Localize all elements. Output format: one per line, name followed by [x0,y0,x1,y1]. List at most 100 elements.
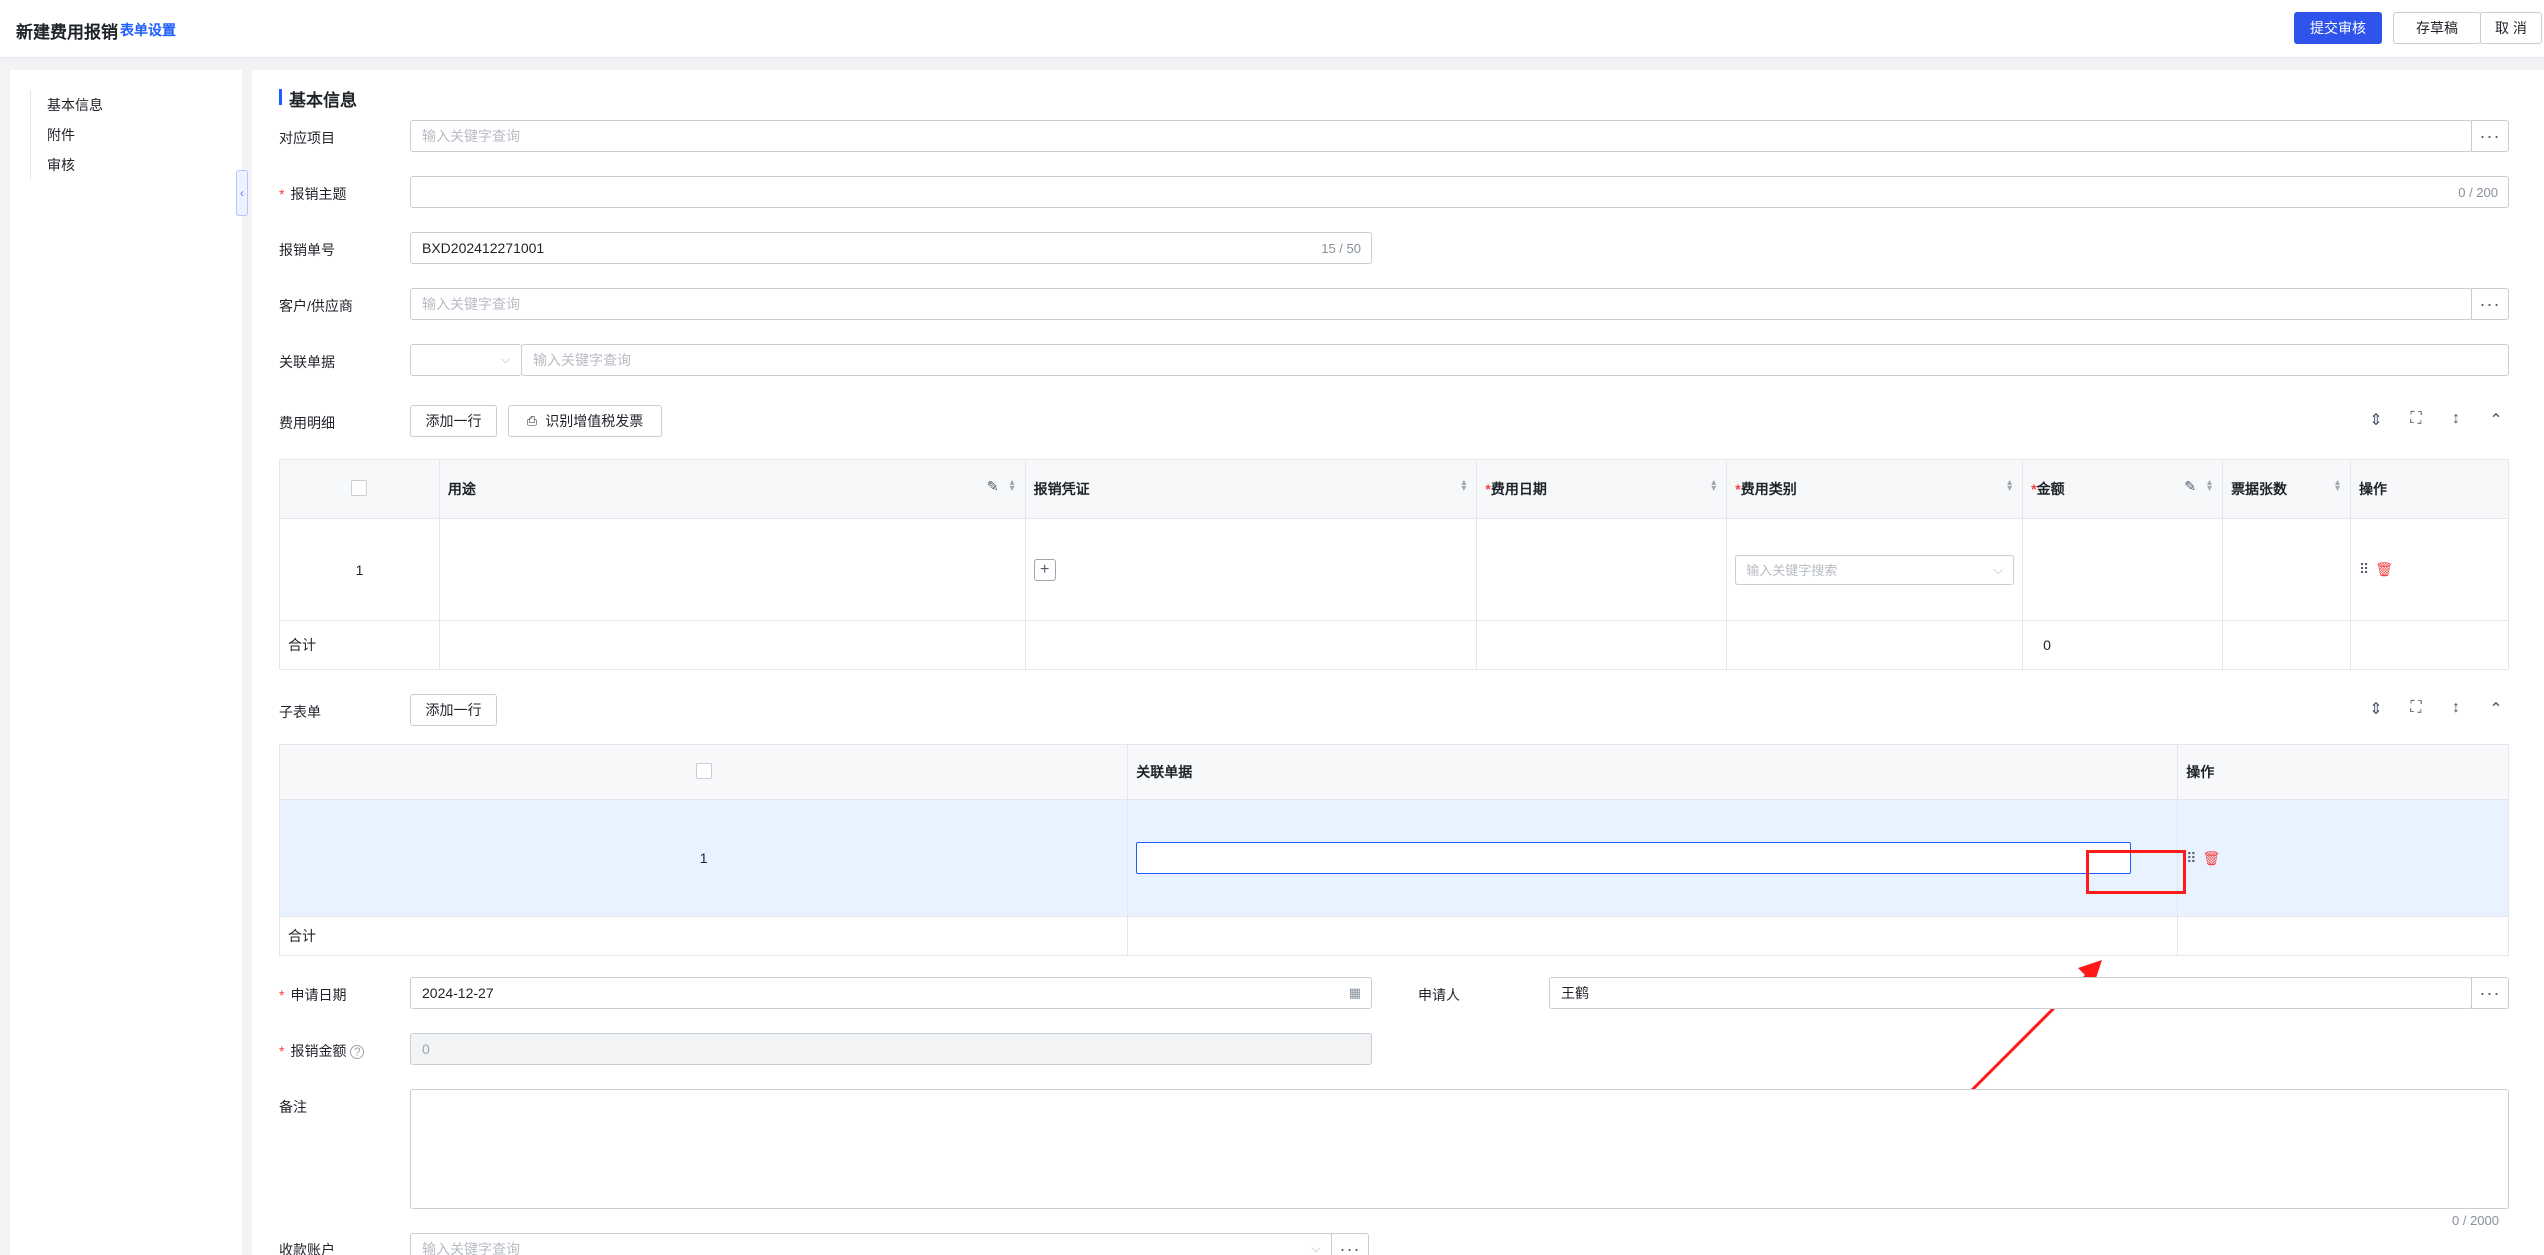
account-picker-button[interactable]: ··· [1331,1233,1369,1255]
column-header-amount[interactable]: *金额 ✎ ▴ ▾ [2022,459,2224,519]
nav-item-review[interactable]: 审核 [47,155,75,175]
drag-handle-icon[interactable]: ⠿ [2359,561,2369,577]
column-header-actions: 操作 [2350,459,2509,519]
sort-icon: ▴ ▾ [2007,477,2013,494]
chevron-up-icon[interactable]: ⌃ [2486,699,2506,719]
select-all-checkbox[interactable] [278,744,1129,800]
calendar-icon: ▦ [1348,985,1361,1000]
sort-icon: ▴ ▾ [1461,477,1467,494]
ellipsis-icon: ··· [2479,125,2501,146]
plus-icon[interactable]: + [1033,558,1056,581]
fullscreen-icon[interactable]: ⛶ [2406,410,2426,428]
amount-cell[interactable] [2022,518,2224,621]
expense-detail-label: 费用明细 [279,415,335,431]
purpose-cell[interactable] [438,518,1026,621]
expense-add-row-button[interactable]: 添加一行 [410,405,497,437]
total-row: 合计 [278,916,2509,956]
column-header-invoice-count[interactable]: 票据张数 ▴ ▾ [2222,459,2351,519]
chevron-left-icon: ‹ [240,186,244,200]
related-doc-label: 关联单据 [279,354,335,370]
row-index: 1 [278,799,1129,917]
voucher-cell: + [1024,518,1478,621]
column-header-date[interactable]: *费用日期 ▴ ▾ [1476,459,1728,519]
expand-vertical-icon[interactable]: ↕ [2446,699,2466,717]
column-header-purpose[interactable]: 用途 ✎ ▴ ▾ [438,459,1026,519]
trash-icon[interactable]: 🗑 [2203,850,2221,866]
ellipsis-icon: ··· [2479,293,2501,314]
chevron-down-icon: ⌵ [501,353,510,366]
project-picker-button[interactable]: ··· [2471,120,2509,152]
trash-icon[interactable]: 🗑 [2375,561,2393,577]
table-row: 1 + 输入关键字搜索 ⌵ ⠿ 🗑 [279,518,2509,621]
total-row: 合计 0 [279,620,2509,670]
remark-textarea[interactable] [410,1089,2509,1209]
amount-label: * 报销金额 ? [279,1041,365,1061]
sidebar-collapse-toggle[interactable]: ‹ [236,170,248,216]
project-input[interactable]: 输入关键字查询 [410,120,2472,152]
select-all-checkbox[interactable] [279,459,440,519]
page-header: 新建费用报销 表单设置 提交审核 存草稿 取 消 [0,0,2544,58]
expand-vertical-icon[interactable]: ↕ [2446,410,2466,428]
actions-cell: ⠿ 🗑 [2350,518,2509,621]
row-height-icon[interactable]: ⇕ [2366,410,2386,430]
date-cell[interactable] [1476,518,1728,621]
column-header-related-doc: 关联单据 [1127,744,2179,800]
invoice-scan-icon: ⎙ [526,413,538,428]
sort-icon: ▴ ▾ [2207,477,2213,494]
order-no-input[interactable]: BXD202412271001 15 / 50 [410,232,1372,264]
apply-date-input[interactable]: 2024-12-27 ▦ [410,977,1372,1009]
expense-table: 用途 ✎ ▴ ▾ 报销凭证 ▴ ▾ *费用日期 ▴ ▾ *费用类别 ▴ ▾ *金额 ✎ ▴ ▾ 票据张数… [279,459,2509,670]
edit-icon: ✎ [2184,478,2197,494]
sort-icon: ▴ ▾ [1009,477,1015,494]
section-nav: 基本信息 附件 审核 [10,70,242,1255]
related-doc-cell [1127,799,2179,917]
customer-label: 客户/供应商 [279,298,353,314]
nav-item-basic-info[interactable]: 基本信息 [47,95,103,115]
ellipsis-icon: ··· [1339,1238,1361,1255]
sort-icon: ▴ ▾ [2334,477,2340,494]
account-select[interactable]: 输入关键字查询 ⌵ [410,1233,1332,1255]
column-header-category[interactable]: *费用类别 ▴ ▾ [1726,459,2024,519]
fullscreen-icon[interactable]: ⛶ [2406,699,2426,717]
remark-label: 备注 [279,1099,307,1115]
row-height-icon[interactable]: ⇕ [2366,699,2386,719]
save-draft-button[interactable]: 存草稿 [2393,12,2481,44]
subject-input[interactable]: 0 / 200 [410,176,2509,208]
chevron-up-icon[interactable]: ⌃ [2486,410,2506,430]
nav-rail [30,90,31,180]
category-cell: 输入关键字搜索 ⌵ [1726,518,2024,621]
drag-handle-icon[interactable]: ⠿ [2186,850,2196,866]
column-header-voucher[interactable]: 报销凭证 ▴ ▾ [1024,459,1478,519]
sort-icon: ▴ ▾ [1711,477,1717,494]
related-doc-type-select[interactable]: ⌵ [410,344,522,376]
category-select[interactable]: 输入关键字搜索 ⌵ [1735,554,2015,585]
customer-picker-button[interactable]: ··· [2471,288,2509,320]
ellipsis-icon: ··· [2479,982,2501,1003]
row-index: 1 [279,518,440,621]
project-label: 对应项目 [279,130,335,146]
edit-icon: ✎ [986,478,999,494]
form-settings-link[interactable]: 表单设置 [120,20,176,40]
applicant-picker-button[interactable]: ··· [2471,977,2509,1009]
actions-cell: ⠿ 🗑 [2177,799,2509,917]
amount-input: 0 [410,1033,1372,1065]
subform-add-row-button[interactable]: 添加一行 [410,694,497,726]
help-circle-icon[interactable]: ? [350,1045,365,1059]
cancel-button[interactable]: 取 消 [2480,12,2542,44]
subform-label: 子表单 [279,704,321,720]
section-title: 基本信息 [279,86,357,111]
customer-input[interactable]: 输入关键字查询 [410,288,2472,320]
order-no-label: 报销单号 [279,242,335,258]
total-amount: 0 [2022,620,2224,670]
account-label: 收款账户 [279,1242,335,1255]
remark-counter: 0 / 2000 [2452,1213,2499,1228]
invoice-count-cell[interactable] [2222,518,2351,621]
recognize-vat-invoice-button[interactable]: ⎙ 识别增值税发票 [508,405,662,437]
form-panel: 基本信息 对应项目 输入关键字查询 ··· * 报销主题 0 / 200 报销单号… [252,70,2544,1255]
submit-review-button[interactable]: 提交审核 [2294,12,2382,44]
apply-date-label: * 申请日期 [279,987,347,1003]
related-doc-cell-input[interactable] [1136,842,2132,874]
applicant-input[interactable]: 王鹤 [1549,977,2472,1009]
nav-item-attachment[interactable]: 附件 [47,125,75,145]
related-doc-input[interactable]: 输入关键字查询 [521,344,2509,376]
